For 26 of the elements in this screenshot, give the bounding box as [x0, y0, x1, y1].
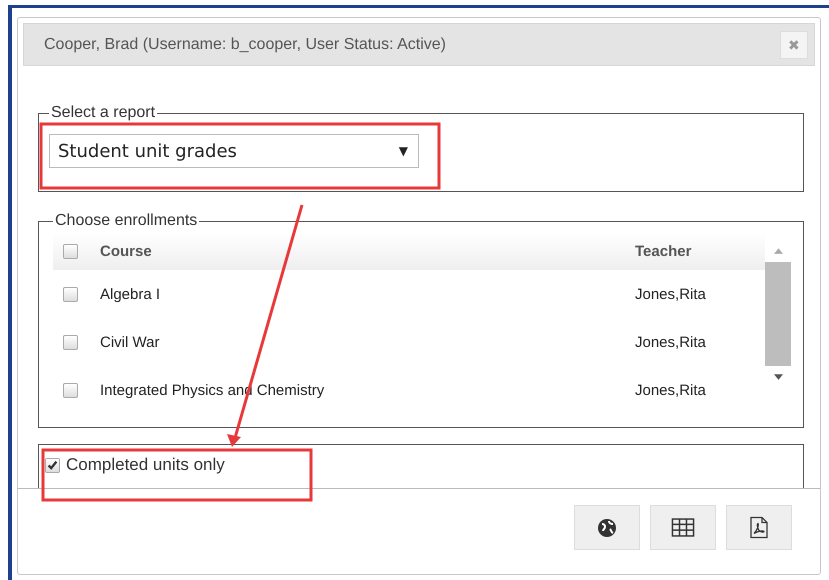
- report-select[interactable]: Student unit grades ▼: [49, 134, 419, 168]
- row-checkbox[interactable]: [63, 286, 78, 302]
- select-all-checkbox[interactable]: [63, 244, 78, 258]
- teacher-cell-text: Jones,Rita: [635, 382, 707, 398]
- pdf-document-icon: [750, 516, 768, 539]
- pdf-export-button[interactable]: [726, 505, 792, 550]
- globe-icon: [597, 518, 617, 538]
- fieldset-legend: Choose enrollments: [53, 212, 200, 230]
- row-checkbox[interactable]: [63, 334, 78, 350]
- scroll-down-icon[interactable]: [774, 374, 782, 380]
- teacher-cell-text: Jones,Rita: [635, 334, 707, 350]
- column-header[interactable]: Course: [100, 242, 635, 260]
- course-cell-text: Algebra I: [100, 286, 162, 302]
- column-header[interactable]: Teacher: [635, 242, 765, 260]
- teacher-cell-text: Jones,Rita: [635, 286, 707, 302]
- course-cell-text: Civil War: [100, 334, 160, 350]
- checkbox-label: Completed units only: [66, 455, 225, 475]
- fieldset-legend: Select a report: [49, 104, 158, 122]
- completed-checkbox[interactable]: [45, 458, 60, 472]
- web-export-button[interactable]: [574, 505, 640, 550]
- scrollbar-thumb[interactable]: [765, 262, 791, 366]
- scroll-up-icon[interactable]: [774, 248, 782, 254]
- row-checkbox[interactable]: [63, 382, 78, 398]
- spreadsheet-export-button[interactable]: [650, 505, 716, 550]
- table-icon: [671, 518, 695, 537]
- dialog-title: Cooper, Brad (Username: b_cooper, User Status: Active): [44, 36, 446, 54]
